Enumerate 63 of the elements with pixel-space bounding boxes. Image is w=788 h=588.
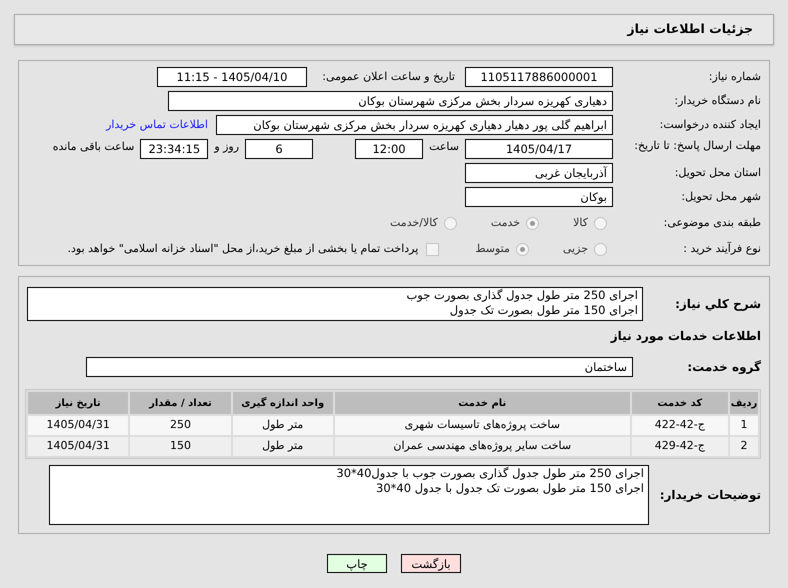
input-field[interactable]: 1405/04/17 — [465, 139, 613, 159]
table-cell: ج-42-429 — [632, 437, 728, 456]
field-label: شرح کلي نياز: — [674, 296, 761, 313]
table-cell: 150 — [130, 437, 231, 456]
section-title: اطلاعات خدمات مورد نیاز — [609, 328, 761, 345]
column-header: تاریخ نیاز — [28, 392, 128, 414]
table-cell: متر طول — [232, 437, 333, 456]
column-header: کد خدمت — [632, 392, 728, 414]
input-field[interactable]: 6 — [245, 139, 314, 159]
radio-button[interactable] — [594, 242, 607, 256]
field-label: روز و — [214, 139, 240, 155]
print-button[interactable]: چاپ — [327, 554, 387, 573]
input-field[interactable]: بوکان — [465, 187, 613, 207]
input-field[interactable]: 12:00 — [355, 139, 424, 159]
field-label: طبقه بندی موضوعی: — [662, 214, 761, 231]
contact-link[interactable]: اطلاعات تماس خریدار — [106, 116, 208, 134]
radio-button[interactable] — [444, 216, 457, 230]
input-field[interactable]: 23:34:15 — [140, 139, 208, 159]
back-button[interactable]: بازگشت — [401, 554, 461, 573]
text-area[interactable]: اجرای 250 متر طول جدول گذاری بصورت جوب با جدول40*30 اجرای 150 متر طول بصورت تک جدول با جدول 40*30 — [49, 465, 649, 525]
column-header: واحد اندازه گیری — [232, 392, 333, 414]
page-title: جزئیات اطلاعات نیاز — [627, 20, 753, 38]
field-label: ساعت باقی مانده — [52, 139, 134, 155]
table-cell: 1405/04/31 — [28, 416, 128, 435]
option-label: کالا — [573, 214, 588, 231]
radio-button[interactable] — [594, 216, 607, 230]
field-label: مهلت ارسال پاسخ: تا تاریخ: — [633, 139, 761, 153]
input-field[interactable]: 1405/04/10 - 11:15 — [157, 67, 307, 87]
option-label: جزیی — [562, 240, 588, 257]
table-cell: متر طول — [232, 416, 333, 435]
table-cell: 250 — [130, 416, 231, 435]
table-cell: 1405/04/31 — [28, 437, 128, 456]
checkbox[interactable] — [426, 242, 440, 256]
field-label: ساعت — [429, 139, 459, 155]
field-label: ایجاد کننده درخواست: — [658, 116, 761, 133]
table-cell: ساخت سایر پروژه‌های مهندسی عمران — [334, 437, 630, 456]
input-field[interactable]: ابراهیم گلی پور دهیار دهیاری کهریزه سردار بخش مرکزی شهرستان بوکان — [216, 115, 613, 135]
field-label: شماره نیاز: — [708, 68, 761, 85]
field-label: گروه خدمت: — [686, 359, 761, 376]
text-area[interactable]: اجرای 250 متر طول جدول گذاری بصورت جوب اجرای 150 متر طول بصورت تک جدول — [27, 287, 643, 321]
column-header: ردیف — [730, 392, 758, 414]
column-header: تعداد / مقدار — [130, 392, 231, 414]
table-cell: ج-42-422 — [632, 416, 728, 435]
input-field[interactable]: ساختمان — [86, 357, 633, 377]
field-label: استان محل تحویل: — [674, 164, 761, 181]
field-label: شهر محل تحویل: — [680, 188, 761, 205]
input-field[interactable]: 1105117886000001 — [465, 67, 613, 87]
option-label: کالا/خدمت — [390, 214, 438, 231]
field-label: تاریخ و ساعت اعلان عمومی: — [321, 68, 455, 85]
table-cell: 2 — [730, 437, 758, 456]
field-label: نام دستگاه خریدار: — [673, 92, 761, 109]
table-cell: 1 — [730, 416, 758, 435]
field-label: توضیحات خریدار: — [658, 487, 761, 504]
option-label: خدمت — [490, 214, 520, 231]
input-field[interactable]: دهیاری کهریزه سردار بخش مرکزی شهرستان بوکان — [168, 91, 613, 111]
option-label: متوسط — [475, 240, 510, 257]
payment-note: پرداخت تمام یا بخشی از مبلغ خرید،از محل "اسناد خزانه اسلامی" خواهد بود. — [68, 240, 418, 257]
field-label: نوع فرآیند خرید : — [682, 240, 761, 257]
input-field[interactable]: آذربایجان غربی — [465, 163, 613, 183]
column-header: نام خدمت — [334, 392, 630, 414]
table-cell: ساخت پروژه‌های تاسیسات شهری — [334, 416, 630, 435]
radio-button[interactable] — [516, 242, 529, 256]
radio-button[interactable] — [526, 216, 540, 230]
